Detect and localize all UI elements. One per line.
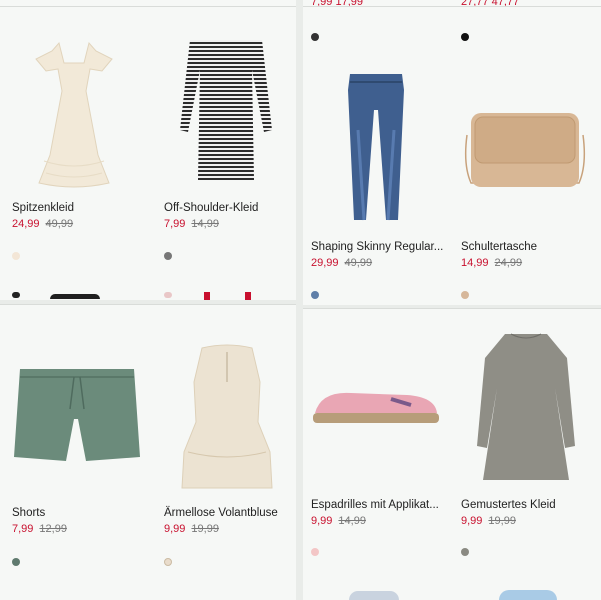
product-name[interactable]: Gemustertes Kleid	[461, 499, 556, 511]
product-price: 7,99 14,99	[164, 218, 219, 230]
sale-price: 9,99	[461, 515, 483, 527]
next-row-peek	[12, 292, 20, 298]
next-row-peek	[349, 591, 399, 600]
product-price: 9,99 19,99	[164, 523, 219, 535]
old-price: 14,99	[191, 218, 219, 230]
divider	[303, 6, 601, 7]
panel-bottom-left: Shorts 7,99 12,99 Ärmellose Volantbluse 9…	[0, 304, 296, 600]
product-name[interactable]: Espadrilles mit Applikat...	[311, 499, 439, 511]
panel-bottom-right: Espadrilles mit Applikat... 9,99 14,99 Ge…	[303, 308, 601, 600]
sale-price: 9,99	[164, 523, 186, 535]
product-name[interactable]: Ärmellose Volantbluse	[164, 507, 278, 519]
product-name[interactable]: Schultertasche	[461, 241, 537, 253]
product-name[interactable]: Shorts	[12, 507, 45, 519]
old-price: 19,99	[488, 515, 516, 527]
color-swatch[interactable]	[311, 291, 319, 299]
next-row-peek	[50, 294, 100, 299]
product-price: 9,99 14,99	[311, 515, 366, 527]
sale-price: 7,99	[12, 523, 34, 535]
old-price: 49,99	[45, 218, 74, 230]
product-price: 7,99 12,99	[12, 523, 67, 535]
next-row-peek	[499, 590, 557, 600]
color-swatch[interactable]	[12, 558, 20, 566]
product-image-striped-dress[interactable]	[176, 30, 276, 190]
color-swatch[interactable]	[164, 252, 172, 260]
next-row-peek	[164, 292, 172, 298]
old-price: 19,99	[191, 523, 219, 535]
product-image-jeans[interactable]	[336, 70, 416, 230]
product-price: 29,99 49,99	[311, 257, 372, 269]
divider	[0, 6, 296, 7]
divider	[303, 308, 601, 309]
color-swatch[interactable]	[12, 252, 20, 260]
next-row-peek	[245, 292, 251, 300]
old-price: 14,99	[338, 515, 366, 527]
divider	[0, 304, 296, 305]
product-price: 24,99 49,99	[12, 218, 73, 230]
color-swatch[interactable]	[311, 33, 319, 41]
product-image-shorts[interactable]	[12, 359, 142, 469]
sale-price: 7,99	[164, 218, 186, 230]
product-price: 14,99 24,99	[461, 257, 522, 269]
sale-price: 29,99	[311, 257, 339, 269]
product-image-shoulder-bag[interactable]	[461, 105, 591, 195]
product-name[interactable]: Spitzenkleid	[12, 202, 74, 214]
color-swatch[interactable]	[461, 291, 469, 299]
color-swatch[interactable]	[164, 558, 172, 566]
old-price: 24,99	[494, 257, 523, 269]
sale-price: 9,99	[311, 515, 333, 527]
product-image-blouse[interactable]	[172, 342, 282, 492]
product-image-lace-dress[interactable]	[24, 35, 124, 195]
old-price: 49,99	[344, 257, 373, 269]
product-image-patterned-dress[interactable]	[471, 328, 581, 488]
product-image-espadrille[interactable]	[311, 383, 441, 433]
sale-price: 14,99	[461, 257, 489, 269]
next-row-peek	[204, 292, 210, 300]
product-price: 9,99 19,99	[461, 515, 516, 527]
panel-top-right: 7,99 17,99 27,77 47,77 Shaping Skinny Re…	[303, 0, 601, 305]
product-name[interactable]: Off-Shoulder-Kleid	[164, 202, 258, 214]
color-swatch[interactable]	[461, 33, 469, 41]
product-name[interactable]: Shaping Skinny Regular...	[311, 241, 443, 253]
sale-price: 24,99	[12, 218, 40, 230]
old-price: 12,99	[39, 523, 67, 535]
color-swatch[interactable]	[311, 548, 319, 556]
panel-top-left: Spitzenkleid 24,99 49,99 Off-Shoulder-Kle…	[0, 0, 296, 300]
color-swatch[interactable]	[461, 548, 469, 556]
